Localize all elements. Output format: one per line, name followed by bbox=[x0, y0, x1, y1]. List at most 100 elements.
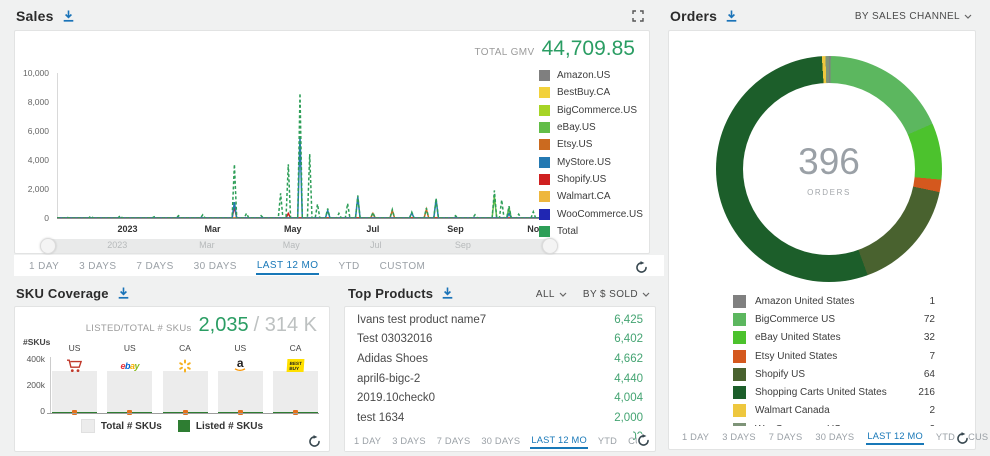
series-mystore-us bbox=[57, 137, 543, 218]
legend-item[interactable]: Walmart.CA bbox=[539, 188, 643, 205]
refresh-icon[interactable] bbox=[308, 435, 321, 448]
range-tab-last-12-mo[interactable]: LAST 12 MO bbox=[530, 432, 588, 449]
sort-by-dropdown[interactable]: BY $ SOLD bbox=[583, 289, 650, 300]
y-tick-label: 4,000 bbox=[15, 155, 53, 165]
range-tab-3-days[interactable]: 3 DAYS bbox=[391, 433, 427, 448]
legend-item[interactable]: Etsy.US bbox=[539, 136, 643, 153]
refresh-icon[interactable] bbox=[956, 432, 969, 445]
walmart-logo-icon bbox=[162, 359, 209, 373]
legend-label: Amazon.US bbox=[557, 70, 610, 81]
download-icon[interactable] bbox=[118, 287, 129, 299]
product-list: Ivans test product name76,425Test 030320… bbox=[345, 310, 655, 447]
orders-total-label: ORDERS bbox=[807, 188, 851, 197]
sku-column-walmart[interactable]: CA bbox=[162, 343, 209, 413]
legend-swatch bbox=[539, 191, 550, 202]
orders-donut-chart[interactable]: 396 ORDERS bbox=[716, 56, 942, 282]
legend-item[interactable]: BestBuy.CA bbox=[539, 84, 643, 101]
sku-column-ebay[interactable]: USebay bbox=[106, 343, 153, 413]
legend-label: Etsy United States bbox=[755, 351, 929, 362]
download-icon[interactable] bbox=[726, 10, 737, 22]
legend-label: Walmart Canada bbox=[755, 405, 929, 416]
chart-range-scrollbar[interactable]: 2023MarMayJulSep bbox=[43, 239, 555, 253]
refresh-icon[interactable] bbox=[635, 261, 648, 274]
range-tab-ytd[interactable]: YTD bbox=[597, 433, 618, 448]
range-tab-7-days[interactable]: 7 DAYS bbox=[768, 429, 804, 444]
product-row[interactable]: Test 030320166,402 bbox=[345, 330, 655, 350]
orders-legend-item[interactable]: Shopping Carts United States216 bbox=[733, 383, 935, 401]
legend-value: 1 bbox=[929, 296, 935, 307]
navigator-label: Sep bbox=[455, 240, 471, 250]
y-tick-label: 0 bbox=[17, 406, 45, 416]
sku-bar-zone bbox=[162, 355, 209, 413]
range-tab-ytd[interactable]: YTD bbox=[935, 429, 956, 444]
legend-label: Walmart.CA bbox=[557, 191, 611, 202]
product-row[interactable]: 2019.10check04,004 bbox=[345, 388, 655, 408]
orders-legend-item[interactable]: Amazon United States1 bbox=[733, 292, 935, 310]
legend-label: eBay United States bbox=[755, 332, 924, 343]
range-tab-30-days[interactable]: 30 DAYS bbox=[193, 258, 238, 274]
sku-bar-zone: BESTBUY bbox=[272, 355, 319, 413]
total-skus-bar bbox=[218, 371, 263, 413]
legend-swatch bbox=[733, 350, 746, 363]
legend-label: BigCommerce.US bbox=[557, 105, 637, 116]
product-row[interactable]: april6-bigc-24,440 bbox=[345, 369, 655, 389]
sales-legend: Amazon.US BestBuy.CA BigCommerce.US eBay.US… bbox=[539, 67, 643, 240]
sku-column-amazon[interactable]: USa bbox=[217, 343, 264, 413]
refresh-icon[interactable] bbox=[637, 434, 650, 447]
navigator-label: May bbox=[283, 240, 300, 250]
sales-line-chart[interactable] bbox=[57, 73, 543, 220]
sort-by-label: BY $ SOLD bbox=[583, 289, 638, 300]
range-tab-7-days[interactable]: 7 DAYS bbox=[436, 433, 472, 448]
legend-item[interactable]: MyStore.US bbox=[539, 153, 643, 170]
range-tab-1-day[interactable]: 1 DAY bbox=[681, 429, 710, 444]
orders-legend-item[interactable]: eBay United States32 bbox=[733, 329, 935, 347]
legend-item[interactable]: Shopify.US bbox=[539, 171, 643, 188]
top-products-card: Ivans test product name76,425Test 030320… bbox=[344, 306, 656, 452]
legend-item[interactable]: WooCommerce.US bbox=[539, 205, 643, 222]
range-tab-ytd[interactable]: YTD bbox=[337, 258, 360, 274]
expand-icon[interactable] bbox=[632, 10, 644, 22]
range-tab-cus[interactable]: CUS bbox=[967, 429, 989, 444]
product-row[interactable]: test 16342,000 bbox=[345, 408, 655, 428]
legend-value: 64 bbox=[924, 369, 935, 380]
range-tab-last-12-mo[interactable]: LAST 12 MO bbox=[256, 257, 320, 275]
legend-swatch bbox=[733, 386, 746, 399]
range-tab-custom[interactable]: CUSTOM bbox=[379, 258, 427, 274]
y-tick-label: 10,000 bbox=[15, 68, 53, 78]
sku-column-bestbuy[interactable]: CABESTBUY bbox=[272, 343, 319, 413]
scrollbar-right-handle[interactable] bbox=[542, 238, 558, 254]
range-tab-3-days[interactable]: 3 DAYS bbox=[78, 258, 117, 274]
range-tab-30-days[interactable]: 30 DAYS bbox=[814, 429, 855, 444]
sales-channel-dropdown[interactable]: BY SALES CHANNEL bbox=[855, 11, 972, 22]
range-tab-3-days[interactable]: 3 DAYS bbox=[721, 429, 757, 444]
legend-item[interactable]: Total bbox=[539, 223, 643, 240]
legend-item[interactable]: BigCommerce.US bbox=[539, 102, 643, 119]
sku-axis-label: #SKUs bbox=[23, 337, 50, 347]
download-icon[interactable] bbox=[63, 10, 74, 22]
orders-panel-header: Orders BY SALES CHANNEL bbox=[660, 2, 984, 30]
orders-legend-item[interactable]: BigCommerce US72 bbox=[733, 310, 935, 328]
product-row[interactable]: Adidas Shoes4,662 bbox=[345, 349, 655, 369]
legend-item[interactable]: Amazon.US bbox=[539, 67, 643, 84]
range-tab-7-days[interactable]: 7 DAYS bbox=[135, 258, 174, 274]
all-filter-dropdown[interactable]: ALL bbox=[536, 289, 567, 300]
orders-chart-card: 396 ORDERS Amazon United States1BigComme… bbox=[668, 30, 976, 450]
legend-item[interactable]: eBay.US bbox=[539, 119, 643, 136]
sku-column-mystore[interactable]: US bbox=[51, 343, 98, 413]
range-tab-30-days[interactable]: 30 DAYS bbox=[480, 433, 521, 448]
range-tab-1-day[interactable]: 1 DAY bbox=[353, 433, 382, 448]
legend-swatch bbox=[539, 139, 550, 150]
orders-legend-item[interactable]: Shopify US64 bbox=[733, 365, 935, 383]
sales-channel-dropdown-label: BY SALES CHANNEL bbox=[855, 11, 960, 22]
product-row[interactable]: Ivans test product name76,425 bbox=[345, 310, 655, 330]
sku-total-value: / 314 K bbox=[254, 314, 317, 337]
sku-bar-chart[interactable]: USUSebayCAUSaCABESTBUY bbox=[51, 343, 319, 413]
range-tab-last-12-mo[interactable]: LAST 12 MO bbox=[866, 428, 924, 445]
legend-label: Shopping Carts United States bbox=[755, 387, 918, 398]
range-tab-1-day[interactable]: 1 DAY bbox=[28, 258, 60, 274]
orders-legend-item[interactable]: Walmart Canada2 bbox=[733, 402, 935, 420]
ebay-logo-icon: ebay bbox=[106, 359, 153, 373]
download-icon[interactable] bbox=[442, 287, 453, 299]
orders-legend-item[interactable]: Etsy United States7 bbox=[733, 347, 935, 365]
scrollbar-left-handle[interactable] bbox=[40, 238, 56, 254]
